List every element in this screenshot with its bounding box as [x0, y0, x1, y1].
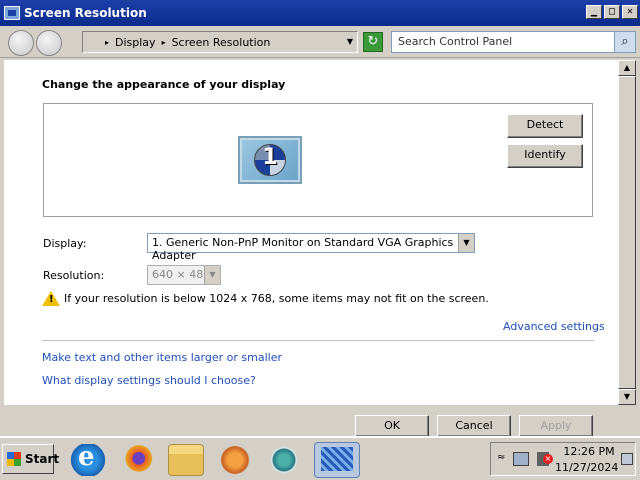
- breadcrumb-dropdown-icon[interactable]: ▼: [347, 37, 353, 46]
- identify-button[interactable]: Identify: [507, 144, 583, 168]
- start-button[interactable]: Start: [2, 444, 59, 474]
- taskbar: Start ≈ 12:26 PM 11/27/2024: [0, 436, 640, 480]
- text-size-link[interactable]: Make text and other items larger or smal…: [42, 351, 282, 364]
- screen-resolution-task-icon[interactable]: [314, 442, 360, 478]
- back-button[interactable]: [8, 30, 34, 56]
- search-input[interactable]: Search Control Panel: [391, 31, 617, 53]
- breadcrumb-item-display[interactable]: Display: [115, 36, 156, 49]
- forward-button[interactable]: [36, 30, 62, 56]
- vertical-scrollbar[interactable]: ▲ ▼: [618, 60, 636, 405]
- maximize-button[interactable]: □: [604, 5, 620, 19]
- window-title: Screen Resolution: [24, 6, 147, 20]
- file-explorer-icon[interactable]: [168, 444, 204, 476]
- media-player-icon[interactable]: [217, 444, 253, 476]
- breadcrumb[interactable]: ▸ Display ▸ Screen Resolution ▼: [82, 31, 358, 53]
- search-icon[interactable]: ⌕: [614, 31, 636, 53]
- detect-button[interactable]: Detect: [507, 114, 583, 138]
- advanced-settings-link[interactable]: Advanced settings: [503, 320, 605, 333]
- close-button[interactable]: ✕: [622, 5, 638, 19]
- start-label: Start: [25, 452, 60, 466]
- breadcrumb-separator-icon: ▸: [105, 37, 110, 47]
- divider: [42, 340, 594, 341]
- chevron-down-icon[interactable]: ▼: [458, 234, 474, 252]
- display-settings-help-link[interactable]: What display settings should I choose?: [42, 374, 256, 387]
- window-controls: ▁ □ ✕: [586, 5, 638, 19]
- windows-logo-icon: [7, 452, 21, 466]
- scroll-down-icon[interactable]: ▼: [618, 389, 636, 405]
- show-hidden-icons-icon[interactable]: ≈: [497, 452, 505, 463]
- network-icon[interactable]: [513, 452, 529, 466]
- clock-time[interactable]: 12:26 PM: [561, 445, 617, 458]
- warning-icon: [42, 291, 60, 306]
- network-globe-icon[interactable]: [266, 444, 302, 476]
- apply-button[interactable]: Apply: [519, 415, 593, 437]
- breadcrumb-item-screen-resolution[interactable]: Screen Resolution: [172, 36, 271, 49]
- resolution-select-value: 640 × 480: [152, 268, 211, 281]
- display-select-value: 1. Generic Non-PnP Monitor on Standard V…: [152, 236, 454, 262]
- refresh-icon[interactable]: ↻: [363, 32, 383, 52]
- volume-muted-icon[interactable]: [537, 452, 553, 466]
- show-desktop-icon[interactable]: [621, 453, 633, 465]
- display-select[interactable]: 1. Generic Non-PnP Monitor on Standard V…: [147, 233, 475, 262]
- ok-button[interactable]: OK: [355, 415, 429, 437]
- chevron-down-icon[interactable]: ▼: [204, 266, 220, 284]
- display-app-icon: [4, 6, 20, 20]
- resolution-select[interactable]: 640 × 480 ▼: [147, 265, 221, 285]
- breadcrumb-separator-icon: ▸: [161, 37, 166, 47]
- content-pane: Change the appearance of your display 1 …: [4, 60, 618, 437]
- address-bar: ▸ Display ▸ Screen Resolution ▼ ↻ Search…: [0, 26, 640, 58]
- firefox-icon[interactable]: [119, 444, 155, 476]
- internet-explorer-icon[interactable]: [70, 442, 106, 476]
- monitor-number: 1: [262, 145, 278, 170]
- monitor-1-icon[interactable]: 1: [238, 136, 302, 184]
- monitor-arrangement-box: 1 Detect Identify: [43, 103, 593, 217]
- minimize-button[interactable]: ▁: [586, 5, 602, 19]
- scroll-up-icon[interactable]: ▲: [618, 60, 636, 76]
- resolution-label: Resolution:: [43, 269, 105, 282]
- title-bar: Screen Resolution ▁ □ ✕: [0, 0, 640, 26]
- scroll-thumb[interactable]: [618, 76, 636, 389]
- clock-date[interactable]: 11/27/2024: [555, 461, 618, 474]
- display-label: Display:: [43, 237, 87, 250]
- cancel-button[interactable]: Cancel: [437, 415, 511, 437]
- page-heading: Change the appearance of your display: [42, 78, 286, 91]
- system-tray: ≈ 12:26 PM 11/27/2024: [490, 442, 636, 476]
- warning-text: If your resolution is below 1024 x 768, …: [64, 292, 489, 305]
